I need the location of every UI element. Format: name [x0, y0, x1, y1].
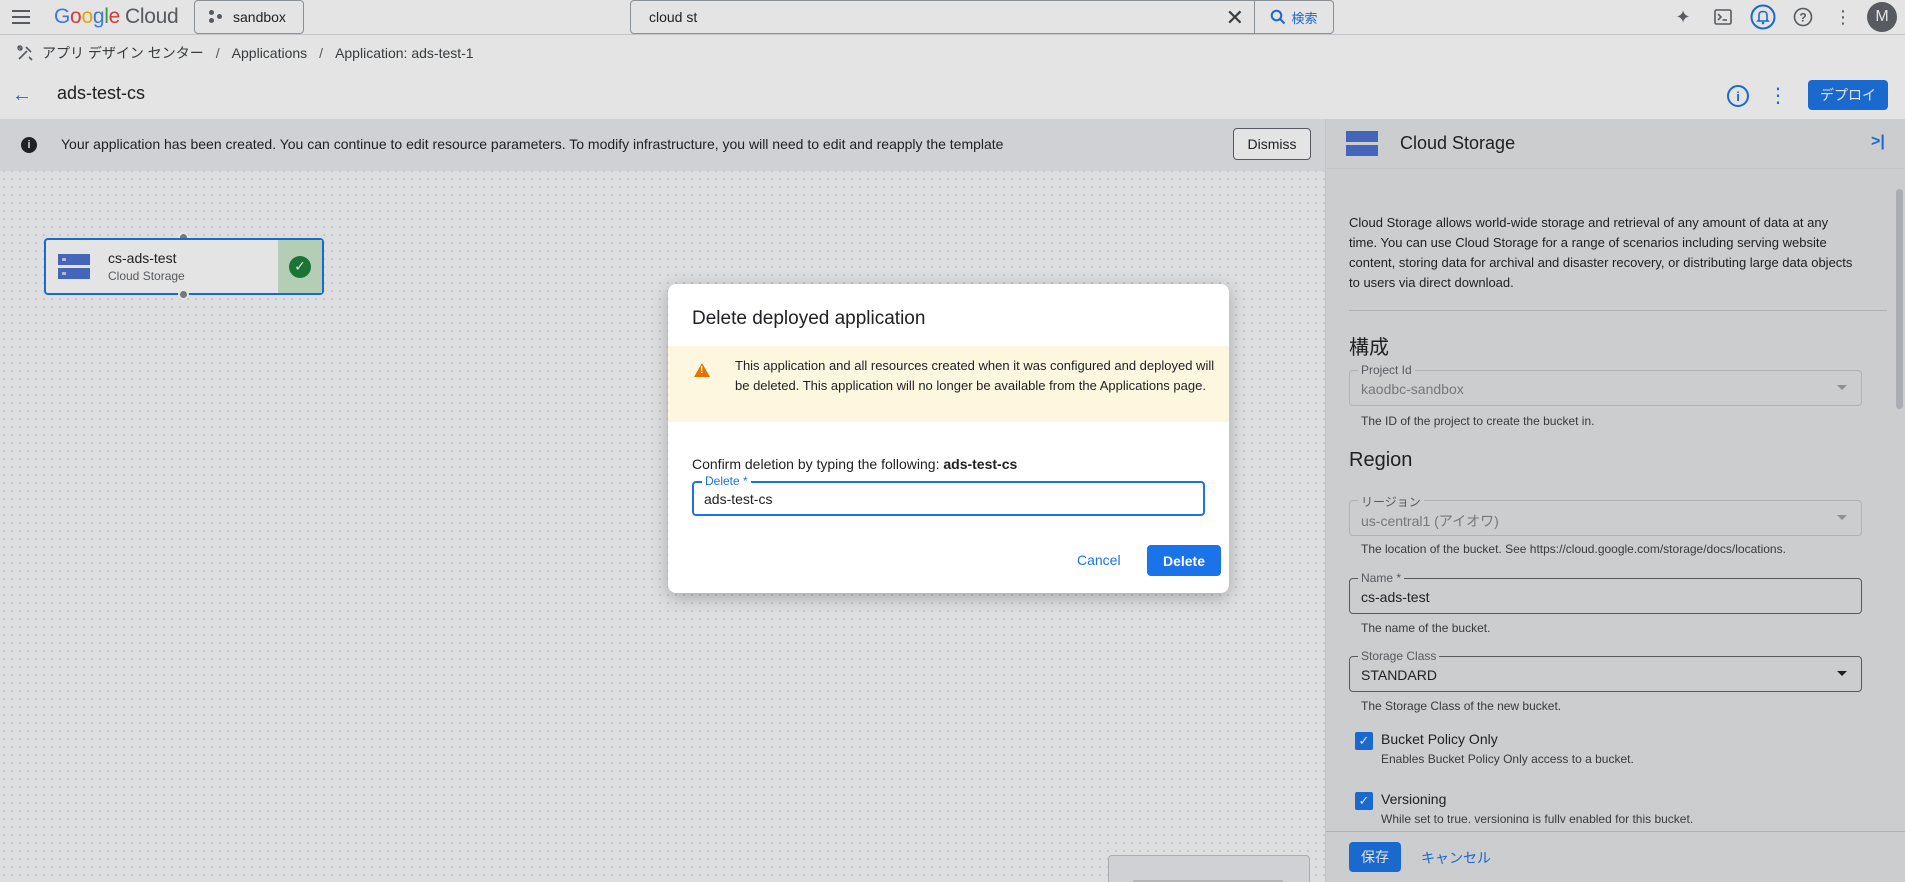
field-label: Delete * [702, 474, 751, 488]
dialog-title: Delete deployed application [692, 308, 926, 329]
delete-dialog: Delete deployed application This applica… [668, 284, 1229, 593]
cancel-button[interactable]: Cancel [1077, 552, 1121, 568]
confirm-prefix: Confirm deletion by typing the following… [692, 456, 944, 472]
confirm-name: ads-test-cs [943, 456, 1018, 472]
warning-text: This application and all resources creat… [735, 358, 1215, 393]
delete-button[interactable]: Delete [1147, 545, 1221, 576]
field-value: ads-test-cs [704, 491, 773, 507]
warning-icon [694, 363, 710, 377]
confirm-instruction: Confirm deletion by typing the following… [692, 456, 1017, 472]
warning-banner: This application and all resources creat… [668, 346, 1229, 422]
delete-confirm-input[interactable]: Delete * ads-test-cs [692, 474, 1205, 516]
